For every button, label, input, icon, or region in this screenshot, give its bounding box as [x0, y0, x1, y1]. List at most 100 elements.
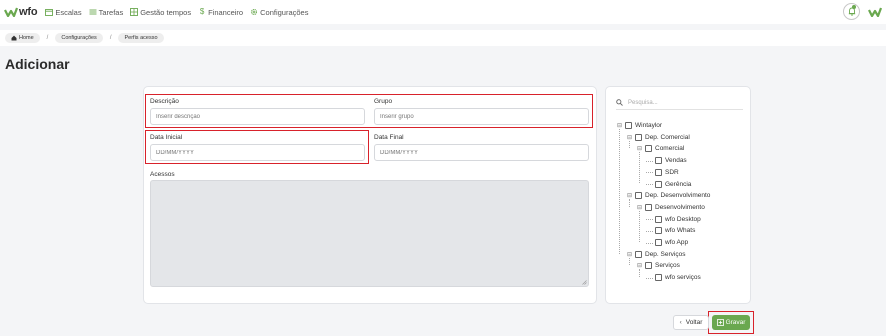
collapse-toggle-icon[interactable]: ⊟ [636, 204, 643, 211]
tree-checkbox[interactable] [645, 262, 652, 270]
tree-branch-line [646, 219, 653, 221]
collapse-toggle-icon[interactable]: ⊟ [616, 122, 623, 129]
collapse-toggle-icon[interactable]: ⊟ [636, 262, 643, 269]
page-title: Adicionar [5, 56, 70, 72]
collapse-toggle-icon[interactable]: ⊟ [626, 134, 633, 141]
top-navbar: wfo Escalas Tarefas Gestão tempos $ Fina… [0, 0, 886, 24]
user-menu-logo-icon[interactable] [868, 7, 882, 17]
tree-checkbox[interactable] [645, 145, 652, 153]
tree-branch-line [646, 172, 653, 174]
tree-branch-line [646, 277, 653, 279]
breadcrumb-perfis-acesso[interactable]: Perfis acesso [118, 33, 164, 43]
gravar-button[interactable]: Gravar [712, 315, 750, 330]
tree-node-label: wfo Desktop [665, 215, 701, 223]
tree-branch-line [646, 160, 653, 162]
tree-node[interactable]: wfo Desktop [646, 215, 701, 224]
tree-node[interactable]: wfo Whats [646, 226, 695, 235]
tree-node-label: wfo App [665, 239, 689, 246]
nav-item-escalas[interactable]: Escalas [45, 8, 82, 17]
tree-node-label: Dep. Comercial [645, 133, 690, 141]
tree-search[interactable]: Pesquisa... [616, 96, 743, 110]
tree-checkbox[interactable] [655, 215, 662, 223]
breadcrumb-separator: / [46, 35, 49, 41]
tree-connector-line [639, 152, 640, 184]
breadcrumb: Home / Configurações / Perfis acesso [0, 30, 886, 46]
tree-node-label: wfo Whats [665, 227, 696, 235]
breadcrumb-configuracoes[interactable]: Configurações [55, 33, 103, 43]
tree-node[interactable]: wfo App [646, 238, 688, 247]
tree-connector-line [639, 269, 640, 278]
tree-node-label: Serviços [655, 262, 680, 270]
nav-label: Tarefas [98, 7, 124, 17]
data-final-input[interactable] [374, 144, 589, 161]
acessos-textarea[interactable] [150, 180, 589, 287]
nav-label: Financeiro [208, 7, 244, 17]
tree-node[interactable]: ⊟ Desenvolvimento [636, 203, 705, 212]
tree-node-label: Vendas [665, 157, 687, 165]
breadcrumb-home[interactable]: Home [5, 33, 40, 43]
nav-item-gestao-tempos[interactable]: Gestão tempos [130, 8, 191, 17]
tree-checkbox[interactable] [655, 274, 662, 282]
collapse-toggle-icon[interactable]: ⊟ [626, 192, 633, 199]
tree-checkbox[interactable] [635, 133, 642, 141]
notification-dot [852, 5, 856, 9]
access-tree-card: Pesquisa... ⊟ Wintaylor ⊟ Dep. Comercial ⊟ Co… [605, 86, 751, 304]
tree-node-label: SDR [665, 168, 679, 176]
logo-text: wfo [19, 6, 38, 18]
voltar-button[interactable]: ‹ Voltar [673, 315, 709, 330]
breadcrumb-label: Home [19, 35, 34, 41]
tree-branch-line [646, 184, 653, 185]
collapse-toggle-icon[interactable]: ⊟ [626, 251, 633, 258]
tree-node[interactable]: Gerência [646, 180, 691, 189]
highlight-data-inicial [145, 130, 369, 164]
collapse-toggle-icon[interactable]: ⊟ [636, 145, 643, 152]
topbar-right [843, 3, 882, 20]
tree-checkbox[interactable] [635, 192, 642, 200]
tree-connector-line [629, 140, 630, 149]
tree-branch-line [646, 230, 653, 232]
tree-node[interactable]: ⊟ Wintaylor [616, 121, 662, 130]
tree-checkbox[interactable] [655, 157, 662, 165]
calendar-icon [45, 9, 54, 16]
nav-label: Configurações [260, 7, 309, 17]
notification-button[interactable] [843, 3, 860, 20]
gear-icon [251, 8, 258, 16]
tree-node[interactable]: ⊟ Comercial [636, 144, 684, 153]
search-placeholder: Pesquisa... [628, 99, 658, 106]
tree-node[interactable]: ⊟ Serviços [636, 261, 680, 270]
tree-checkbox[interactable] [625, 122, 632, 129]
breadcrumb-label: Configurações [61, 35, 97, 41]
tree-checkbox[interactable] [635, 250, 642, 258]
tree-node[interactable]: SDR [646, 168, 679, 177]
tree-connector-line [619, 129, 620, 254]
tree-node-label: Dep. Desenvolvimento [645, 192, 711, 200]
voltar-label: Voltar [685, 319, 703, 326]
tree-checkbox[interactable] [655, 227, 662, 235]
tree-checkbox[interactable] [655, 239, 662, 246]
resize-handle-icon[interactable] [582, 280, 587, 285]
tree-connector-line [629, 199, 630, 207]
tree-checkbox[interactable] [655, 168, 662, 176]
tree-checkbox[interactable] [645, 203, 652, 211]
tree-connector-line [639, 210, 640, 242]
breadcrumb-separator: / [109, 35, 112, 41]
tree-node-label: Gerência [665, 180, 692, 188]
tree-node[interactable]: ⊟ Dep. Serviços [626, 250, 685, 259]
plus-square-icon [716, 319, 724, 326]
tree-checkbox[interactable] [655, 180, 662, 188]
tree-node[interactable]: ⊟ Dep. Desenvolvimento [626, 191, 710, 200]
logo[interactable]: wfo [4, 6, 38, 18]
tree-node-label: wfo serviços [665, 274, 701, 282]
tree-node[interactable]: ⊟ Dep. Comercial [626, 133, 690, 142]
nav-item-configuracoes[interactable]: Configurações [250, 8, 308, 17]
tree-node[interactable]: Vendas [646, 156, 687, 165]
wfo-logo-icon [4, 7, 18, 17]
nav-item-financeiro[interactable]: $ Financeiro [198, 8, 243, 17]
tree-node[interactable]: wfo serviços [646, 273, 701, 282]
nav-item-tarefas[interactable]: Tarefas [89, 7, 124, 17]
breadcrumb-label: Perfis acesso [124, 35, 158, 41]
chevron-left-icon: ‹ [679, 319, 682, 326]
tree-node-label: Comercial [655, 145, 685, 153]
tree-node-label: Desenvolvimento [655, 203, 705, 211]
home-icon [11, 35, 17, 41]
